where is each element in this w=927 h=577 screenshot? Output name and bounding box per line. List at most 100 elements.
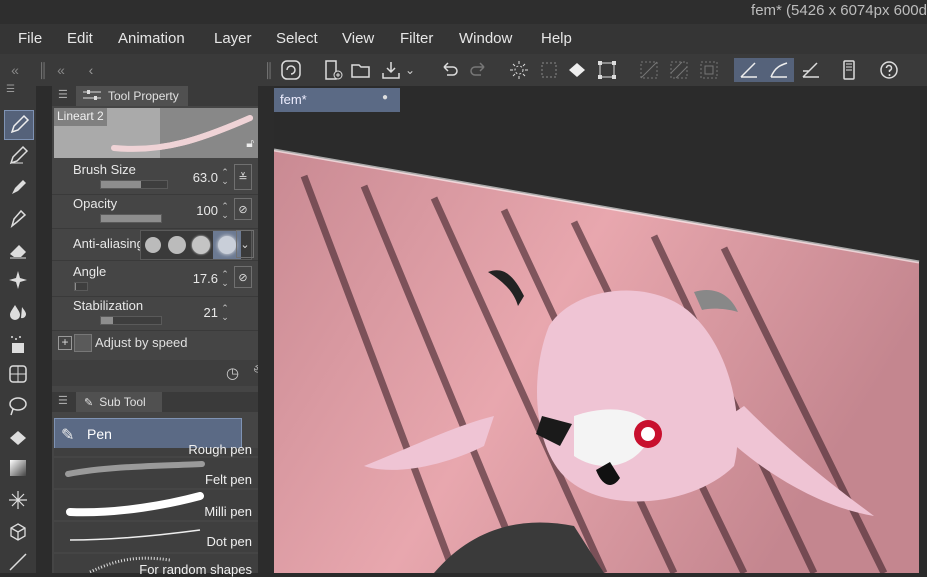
3d-object-icon[interactable] [4, 518, 32, 546]
aa-none-icon[interactable] [145, 237, 161, 253]
brush-size-spinner[interactable]: ⌃ ⌄ [220, 168, 230, 188]
size-dynamics-icon[interactable]: ≚ [234, 164, 252, 190]
eraser-icon[interactable] [4, 236, 32, 264]
gradient-icon[interactable] [4, 454, 32, 482]
stabilization-label: Stabilization [73, 298, 144, 313]
opacity-slider[interactable] [100, 214, 162, 223]
clear-icon[interactable] [506, 58, 532, 82]
clip-studio-icon[interactable] [278, 58, 304, 82]
close-icon[interactable]: ● [382, 92, 388, 103]
lasso-icon[interactable] [4, 392, 32, 420]
expand-icon[interactable]: + [58, 336, 72, 350]
brush-tool-icon[interactable] [4, 174, 32, 202]
opacity-spinner[interactable]: ⌃ ⌄ [220, 202, 230, 222]
collapse-left-icon[interactable]: « [2, 58, 28, 82]
save-icon[interactable] [378, 58, 404, 82]
open-icon[interactable] [348, 58, 374, 82]
brush-size-slider[interactable] [100, 180, 168, 189]
snap-to-grid-icon[interactable] [798, 58, 824, 82]
clock-icon[interactable]: ◷ [226, 364, 239, 382]
line-tool-icon[interactable] [4, 548, 32, 576]
deselect-icon[interactable] [536, 58, 562, 82]
divider [52, 260, 260, 261]
menu-file[interactable]: File [18, 30, 42, 47]
opacity-label: Opacity [73, 196, 118, 211]
snap-ruler-icon[interactable] [636, 58, 662, 82]
sub-tool-label: Rough pen [188, 442, 252, 457]
opacity-value[interactable]: 100 [178, 203, 218, 218]
airbrush-icon[interactable] [4, 330, 32, 358]
tab-document[interactable]: fem* ● [274, 88, 400, 112]
fill-icon[interactable] [564, 58, 590, 82]
chevron-down-icon[interactable]: ⌄ [236, 230, 254, 258]
decoration-icon[interactable] [4, 266, 32, 294]
snap-to-ruler-icon[interactable] [734, 58, 764, 82]
transform-icon[interactable] [594, 58, 620, 82]
title-bar: fem* (5426 x 6074px 600d [0, 0, 927, 24]
opacity-dynamics-icon[interactable]: ⊘ [234, 198, 252, 220]
anti-aliasing-label: Anti-aliasing [73, 236, 144, 251]
aa-medium-icon[interactable] [192, 236, 210, 254]
tab-tool-property-label: Tool Property [108, 89, 179, 103]
menu-window[interactable]: Window [459, 30, 512, 47]
stabilization-slider[interactable] [100, 316, 162, 325]
phone-icon[interactable] [836, 58, 862, 82]
ink-tool-icon[interactable] [4, 204, 32, 232]
stabilization-spinner[interactable]: ⌃ ⌄ [220, 304, 230, 324]
command-bar: « ║ « ‹ ║ ⌄ [0, 54, 927, 86]
snap-grid-icon[interactable] [696, 58, 722, 82]
angle-dynamics-icon[interactable]: ⊘ [234, 266, 252, 288]
fill-bucket-icon[interactable] [4, 424, 32, 452]
sub-tool-item-felt-pen[interactable]: Felt pen [54, 458, 258, 488]
menu-help[interactable]: Help [541, 30, 572, 47]
sub-tool-label: Felt pen [205, 472, 252, 487]
menu-view[interactable]: View [342, 30, 374, 47]
canvas-area[interactable] [274, 86, 927, 573]
stabilization-value[interactable]: 21 [178, 305, 218, 320]
snap-special-icon[interactable] [666, 58, 692, 82]
menu-animation[interactable]: Animation [118, 30, 185, 47]
save-dropdown-icon[interactable]: ⌄ [402, 58, 418, 82]
sub-tool-item-milli-pen[interactable]: Milli pen [54, 490, 258, 520]
pencil-tool-icon[interactable] [4, 142, 32, 170]
redo-icon[interactable] [466, 58, 492, 82]
blend-icon[interactable] [4, 298, 32, 326]
dot-pen-stroke [69, 529, 201, 541]
lock-icon[interactable]: 🔓︎ [246, 136, 254, 151]
back-icon[interactable]: ‹ [78, 58, 104, 82]
angle-value[interactable]: 17.6 [178, 271, 218, 286]
aa-weak-icon[interactable] [168, 236, 186, 254]
canvas-illustration[interactable] [274, 86, 927, 573]
sub-tool-item-random-shapes[interactable]: For random shapes [54, 554, 258, 577]
tool-property-header: ☰ Tool Property [52, 86, 274, 106]
menu-select[interactable]: Select [276, 30, 318, 47]
sub-tool-item-dot-pen[interactable]: Dot pen [54, 522, 258, 552]
panel-menu-icon[interactable]: ☰ [58, 394, 68, 407]
tool-property-panel: ☰ Tool Property Lineart 2 🔓︎ Brush Size … [52, 86, 274, 577]
menu-edit[interactable]: Edit [67, 30, 93, 47]
angle-spinner[interactable]: ⌃ ⌄ [220, 270, 230, 290]
figure-tool-icon[interactable] [4, 360, 32, 388]
panel-splitter[interactable] [36, 86, 52, 573]
angle-slider[interactable] [74, 282, 88, 291]
divider [52, 330, 260, 331]
new-icon[interactable] [320, 58, 346, 82]
pen-tool-icon[interactable] [4, 110, 34, 140]
collapse-panel-icon[interactable]: « [48, 58, 74, 82]
undo-icon[interactable] [436, 58, 462, 82]
divider [52, 296, 260, 297]
auto-select-icon[interactable] [4, 486, 32, 514]
adjust-by-speed-checkbox[interactable] [74, 334, 92, 352]
panel-splitter[interactable] [258, 86, 274, 573]
menu-icon[interactable]: ☰ [6, 85, 30, 96]
menu-layer[interactable]: Layer [214, 30, 252, 47]
brush-size-value[interactable]: 63.0 [178, 170, 218, 185]
adjust-by-speed-label: Adjust by speed [95, 335, 188, 350]
menu-filter[interactable]: Filter [400, 30, 433, 47]
sub-tool-item-rough-pen[interactable]: Rough pen [54, 442, 258, 457]
snap-to-special-ruler-icon[interactable] [764, 58, 794, 82]
tab-sub-tool[interactable]: ✎ Sub Tool [76, 392, 162, 412]
panel-menu-icon[interactable]: ☰ [58, 88, 68, 101]
tab-tool-property[interactable]: Tool Property [76, 86, 188, 106]
help-icon[interactable] [876, 58, 902, 82]
